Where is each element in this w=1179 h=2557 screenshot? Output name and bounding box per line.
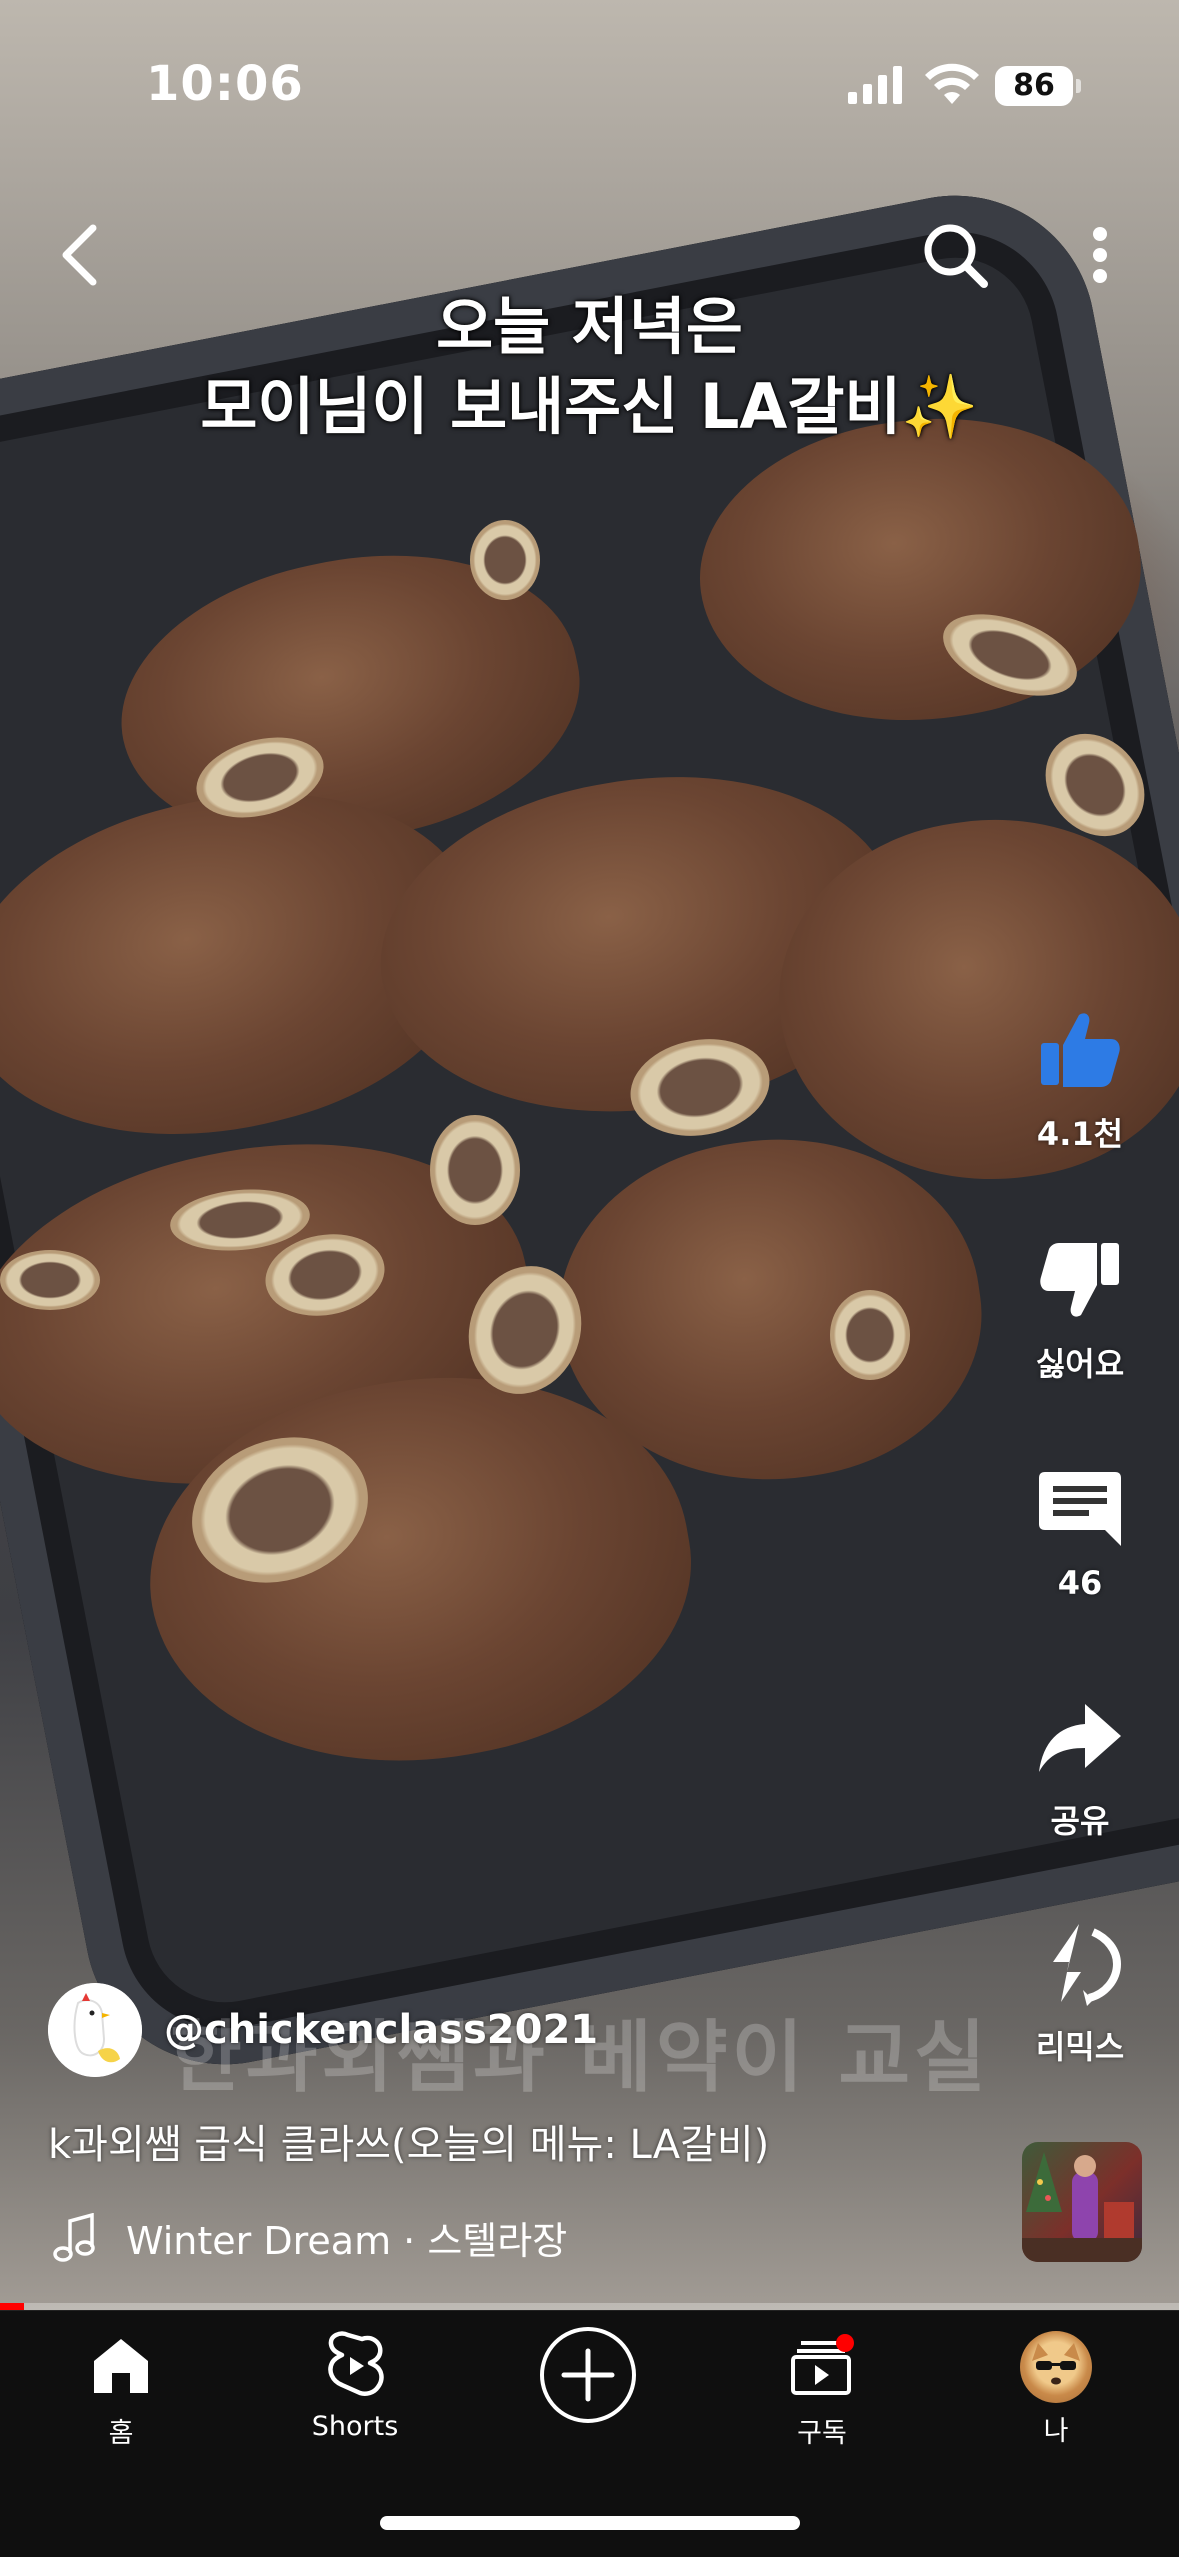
profile-avatar — [1020, 2331, 1092, 2403]
remix-button[interactable]: 리믹스 — [1000, 1918, 1160, 2068]
nav-home[interactable]: 홈 — [36, 2331, 206, 2450]
comments-button[interactable]: 46 — [1000, 1460, 1160, 1602]
bone — [430, 1115, 520, 1225]
dog-with-sunglasses-icon — [1032, 2343, 1080, 2385]
plus-icon — [561, 2348, 615, 2402]
remix-label: 리믹스 — [1035, 2028, 1125, 2066]
channel-handle[interactable]: @chickenclass2021 — [164, 2007, 598, 2053]
nav-subscriptions[interactable]: 구독 — [737, 2331, 907, 2450]
share-label: 공유 — [1050, 1802, 1110, 1840]
nav-subscriptions-label: 구독 — [797, 2418, 847, 2449]
status-time: 10:06 — [146, 56, 304, 112]
nav-shorts[interactable]: Shorts — [270, 2331, 440, 2442]
wifi-icon — [925, 63, 979, 104]
comment-count: 46 — [1057, 1564, 1103, 1602]
home-icon — [94, 2339, 148, 2393]
shorts-icon — [328, 2331, 384, 2396]
status-bar: 10:06 86 — [0, 0, 1179, 170]
share-icon — [1039, 1704, 1121, 1772]
music-track: Winter Dream · 스텔라장 — [126, 2219, 568, 2263]
bone — [470, 520, 540, 600]
video-caption-line1: 오늘 저녁은 — [436, 290, 743, 363]
chicken-logo-icon — [48, 1983, 142, 2077]
nav-shorts-label: Shorts — [311, 2411, 399, 2442]
sound-thumbnail[interactable] — [1022, 2142, 1142, 2262]
channel-avatar[interactable] — [48, 1983, 142, 2077]
video-progress-bar[interactable] — [0, 2303, 1179, 2310]
like-button[interactable]: 4.1천 — [1000, 1005, 1160, 1155]
music-note-icon — [53, 2212, 95, 2262]
thumbs-up-icon — [1041, 1013, 1120, 1087]
dislike-label: 싫어요 — [1035, 1345, 1125, 1383]
channel-row[interactable]: @chickenclass2021 — [48, 1982, 598, 2078]
battery-indicator: 86 — [995, 66, 1081, 106]
video-caption-line2: 모이님이 보내주신 LA갈비✨ — [200, 370, 979, 443]
share-button[interactable]: 공유 — [1000, 1692, 1160, 1842]
bone — [0, 1250, 100, 1310]
video-progress-fill — [0, 2303, 24, 2310]
nav-me-label: 나 — [1043, 2416, 1069, 2447]
home-indicator — [380, 2516, 800, 2530]
subscriptions-icon — [791, 2334, 854, 2395]
music-row[interactable]: Winter Dream · 스텔라장 — [52, 2210, 567, 2265]
christmas-tree-thumbnail-icon — [1022, 2152, 1142, 2262]
create-button[interactable] — [540, 2327, 636, 2423]
dislike-button[interactable]: 싫어요 — [1000, 1235, 1160, 1385]
nav-me[interactable]: 나 — [971, 2331, 1141, 2448]
thumbs-down-icon — [1040, 1243, 1119, 1317]
nav-home-label: 홈 — [108, 2418, 134, 2449]
comment-icon — [1039, 1472, 1121, 1546]
video-title[interactable]: k과외쌤 급식 클라쓰(오늘의 메뉴: LA갈비) — [48, 2112, 769, 2170]
remix-icon — [1053, 1924, 1122, 2006]
bone — [830, 1290, 910, 1380]
cellular-signal-icon — [848, 66, 902, 104]
like-count: 4.1천 — [1036, 1115, 1124, 1153]
